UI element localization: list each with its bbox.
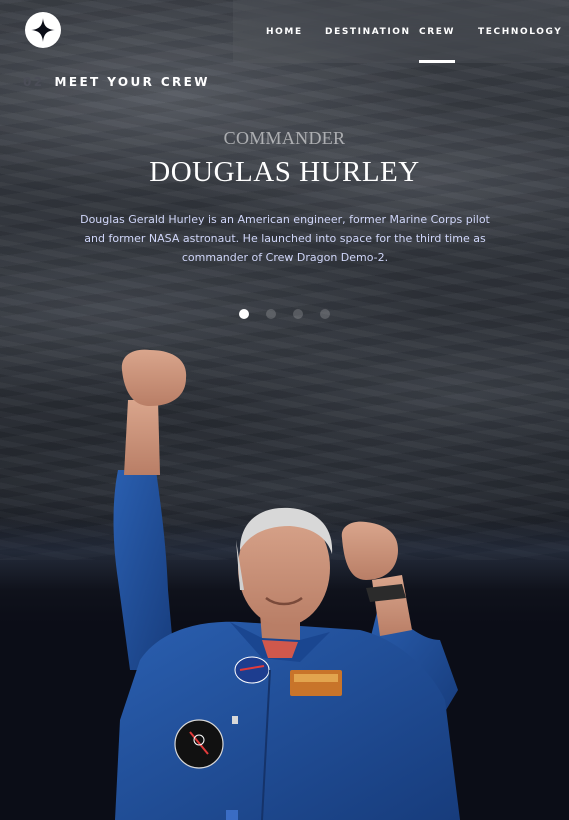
slider-dot-4[interactable] — [320, 309, 330, 319]
main-nav: HOME DESTINATION CREW TECHNOLOGY — [233, 0, 569, 63]
logo[interactable] — [25, 12, 61, 48]
page-title: MEET YOUR CREW — [54, 75, 210, 89]
nav-crew[interactable]: CREW — [419, 0, 456, 63]
crew-member-image — [113, 349, 460, 820]
page-number: 02 — [23, 75, 45, 89]
crew-bio: Douglas Gerald Hurley is an American eng… — [80, 213, 490, 264]
crew-name: DOUGLAS HURLEY — [149, 156, 420, 188]
page-heading: 02 MEET YOUR CREW — [23, 75, 210, 89]
slider-dot-3[interactable] — [293, 309, 303, 319]
star-logo-icon — [31, 18, 55, 42]
nav-home[interactable]: HOME — [266, 0, 303, 63]
nav-destination[interactable]: DESTINATION — [325, 0, 411, 63]
slider-dot-1[interactable] — [239, 309, 249, 319]
slider-dot-2[interactable] — [266, 309, 276, 319]
crew-slider-dots — [0, 309, 569, 319]
crew-role: COMMANDER — [223, 128, 346, 148]
site-header: HOME DESTINATION CREW TECHNOLOGY — [0, 0, 569, 63]
nav-technology[interactable]: TECHNOLOGY — [478, 0, 562, 63]
